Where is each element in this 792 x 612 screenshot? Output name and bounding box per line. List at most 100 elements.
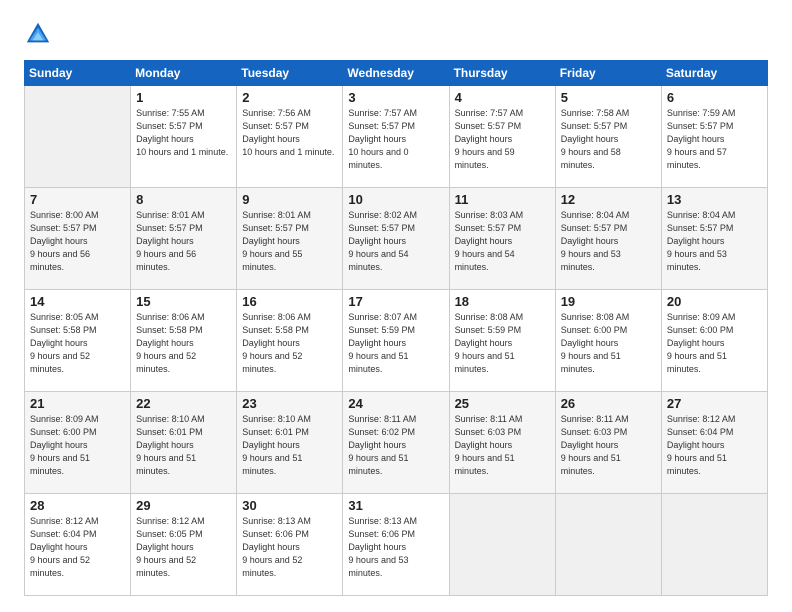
day-number: 25 xyxy=(455,396,550,411)
calendar-cell: 30 Sunrise: 8:13 AM Sunset: 6:06 PM Dayl… xyxy=(237,494,343,596)
calendar-cell: 6 Sunrise: 7:59 AM Sunset: 5:57 PM Dayli… xyxy=(661,86,767,188)
day-number: 10 xyxy=(348,192,443,207)
day-number: 31 xyxy=(348,498,443,513)
day-info: Sunrise: 8:11 AM Sunset: 6:03 PM Dayligh… xyxy=(561,413,656,478)
day-number: 19 xyxy=(561,294,656,309)
day-info: Sunrise: 8:05 AM Sunset: 5:58 PM Dayligh… xyxy=(30,311,125,376)
day-number: 28 xyxy=(30,498,125,513)
day-info: Sunrise: 8:06 AM Sunset: 5:58 PM Dayligh… xyxy=(242,311,337,376)
calendar-cell: 5 Sunrise: 7:58 AM Sunset: 5:57 PM Dayli… xyxy=(555,86,661,188)
day-number: 6 xyxy=(667,90,762,105)
day-info: Sunrise: 7:57 AM Sunset: 5:57 PM Dayligh… xyxy=(348,107,443,172)
day-info: Sunrise: 8:00 AM Sunset: 5:57 PM Dayligh… xyxy=(30,209,125,274)
day-info: Sunrise: 8:09 AM Sunset: 6:00 PM Dayligh… xyxy=(667,311,762,376)
calendar-cell: 7 Sunrise: 8:00 AM Sunset: 5:57 PM Dayli… xyxy=(25,188,131,290)
weekday-tuesday: Tuesday xyxy=(237,61,343,86)
calendar-cell: 23 Sunrise: 8:10 AM Sunset: 6:01 PM Dayl… xyxy=(237,392,343,494)
calendar-cell: 15 Sunrise: 8:06 AM Sunset: 5:58 PM Dayl… xyxy=(131,290,237,392)
day-number: 17 xyxy=(348,294,443,309)
weekday-friday: Friday xyxy=(555,61,661,86)
weekday-saturday: Saturday xyxy=(661,61,767,86)
day-number: 26 xyxy=(561,396,656,411)
day-info: Sunrise: 8:07 AM Sunset: 5:59 PM Dayligh… xyxy=(348,311,443,376)
day-number: 7 xyxy=(30,192,125,207)
calendar-cell: 4 Sunrise: 7:57 AM Sunset: 5:57 PM Dayli… xyxy=(449,86,555,188)
day-info: Sunrise: 8:11 AM Sunset: 6:02 PM Dayligh… xyxy=(348,413,443,478)
day-number: 14 xyxy=(30,294,125,309)
day-number: 2 xyxy=(242,90,337,105)
calendar-table: Sunday Monday Tuesday Wednesday Thursday… xyxy=(24,60,768,596)
day-number: 20 xyxy=(667,294,762,309)
calendar-cell: 21 Sunrise: 8:09 AM Sunset: 6:00 PM Dayl… xyxy=(25,392,131,494)
day-info: Sunrise: 8:06 AM Sunset: 5:58 PM Dayligh… xyxy=(136,311,231,376)
day-info: Sunrise: 7:58 AM Sunset: 5:57 PM Dayligh… xyxy=(561,107,656,172)
calendar-week-1: 1 Sunrise: 7:55 AM Sunset: 5:57 PM Dayli… xyxy=(25,86,768,188)
weekday-sunday: Sunday xyxy=(25,61,131,86)
calendar-cell xyxy=(555,494,661,596)
calendar-cell: 13 Sunrise: 8:04 AM Sunset: 5:57 PM Dayl… xyxy=(661,188,767,290)
day-number: 21 xyxy=(30,396,125,411)
logo xyxy=(24,20,56,48)
calendar-week-3: 14 Sunrise: 8:05 AM Sunset: 5:58 PM Dayl… xyxy=(25,290,768,392)
calendar-cell: 3 Sunrise: 7:57 AM Sunset: 5:57 PM Dayli… xyxy=(343,86,449,188)
day-number: 27 xyxy=(667,396,762,411)
day-number: 9 xyxy=(242,192,337,207)
calendar-cell: 20 Sunrise: 8:09 AM Sunset: 6:00 PM Dayl… xyxy=(661,290,767,392)
calendar-cell: 25 Sunrise: 8:11 AM Sunset: 6:03 PM Dayl… xyxy=(449,392,555,494)
day-number: 3 xyxy=(348,90,443,105)
calendar-cell: 1 Sunrise: 7:55 AM Sunset: 5:57 PM Dayli… xyxy=(131,86,237,188)
day-number: 15 xyxy=(136,294,231,309)
day-info: Sunrise: 7:59 AM Sunset: 5:57 PM Dayligh… xyxy=(667,107,762,172)
day-info: Sunrise: 8:09 AM Sunset: 6:00 PM Dayligh… xyxy=(30,413,125,478)
weekday-row: Sunday Monday Tuesday Wednesday Thursday… xyxy=(25,61,768,86)
calendar-cell xyxy=(661,494,767,596)
calendar-cell: 11 Sunrise: 8:03 AM Sunset: 5:57 PM Dayl… xyxy=(449,188,555,290)
day-number: 11 xyxy=(455,192,550,207)
day-number: 22 xyxy=(136,396,231,411)
day-info: Sunrise: 8:04 AM Sunset: 5:57 PM Dayligh… xyxy=(561,209,656,274)
weekday-monday: Monday xyxy=(131,61,237,86)
day-info: Sunrise: 8:01 AM Sunset: 5:57 PM Dayligh… xyxy=(136,209,231,274)
calendar-cell: 9 Sunrise: 8:01 AM Sunset: 5:57 PM Dayli… xyxy=(237,188,343,290)
day-number: 23 xyxy=(242,396,337,411)
calendar-cell: 14 Sunrise: 8:05 AM Sunset: 5:58 PM Dayl… xyxy=(25,290,131,392)
page: Sunday Monday Tuesday Wednesday Thursday… xyxy=(0,0,792,612)
calendar-week-4: 21 Sunrise: 8:09 AM Sunset: 6:00 PM Dayl… xyxy=(25,392,768,494)
calendar-cell: 28 Sunrise: 8:12 AM Sunset: 6:04 PM Dayl… xyxy=(25,494,131,596)
weekday-thursday: Thursday xyxy=(449,61,555,86)
calendar-cell: 22 Sunrise: 8:10 AM Sunset: 6:01 PM Dayl… xyxy=(131,392,237,494)
day-info: Sunrise: 8:03 AM Sunset: 5:57 PM Dayligh… xyxy=(455,209,550,274)
day-info: Sunrise: 7:55 AM Sunset: 5:57 PM Dayligh… xyxy=(136,107,231,159)
calendar-cell: 27 Sunrise: 8:12 AM Sunset: 6:04 PM Dayl… xyxy=(661,392,767,494)
day-info: Sunrise: 8:12 AM Sunset: 6:05 PM Dayligh… xyxy=(136,515,231,580)
day-info: Sunrise: 8:11 AM Sunset: 6:03 PM Dayligh… xyxy=(455,413,550,478)
calendar-cell: 18 Sunrise: 8:08 AM Sunset: 5:59 PM Dayl… xyxy=(449,290,555,392)
day-info: Sunrise: 8:02 AM Sunset: 5:57 PM Dayligh… xyxy=(348,209,443,274)
calendar-cell xyxy=(25,86,131,188)
calendar-cell: 8 Sunrise: 8:01 AM Sunset: 5:57 PM Dayli… xyxy=(131,188,237,290)
day-number: 18 xyxy=(455,294,550,309)
logo-icon xyxy=(24,20,52,48)
calendar-cell: 16 Sunrise: 8:06 AM Sunset: 5:58 PM Dayl… xyxy=(237,290,343,392)
weekday-wednesday: Wednesday xyxy=(343,61,449,86)
calendar-cell: 12 Sunrise: 8:04 AM Sunset: 5:57 PM Dayl… xyxy=(555,188,661,290)
calendar-cell: 17 Sunrise: 8:07 AM Sunset: 5:59 PM Dayl… xyxy=(343,290,449,392)
calendar-cell: 26 Sunrise: 8:11 AM Sunset: 6:03 PM Dayl… xyxy=(555,392,661,494)
calendar-week-5: 28 Sunrise: 8:12 AM Sunset: 6:04 PM Dayl… xyxy=(25,494,768,596)
calendar-cell xyxy=(449,494,555,596)
day-info: Sunrise: 7:56 AM Sunset: 5:57 PM Dayligh… xyxy=(242,107,337,159)
day-info: Sunrise: 8:08 AM Sunset: 6:00 PM Dayligh… xyxy=(561,311,656,376)
day-number: 16 xyxy=(242,294,337,309)
day-info: Sunrise: 8:10 AM Sunset: 6:01 PM Dayligh… xyxy=(136,413,231,478)
day-info: Sunrise: 8:13 AM Sunset: 6:06 PM Dayligh… xyxy=(242,515,337,580)
day-info: Sunrise: 8:01 AM Sunset: 5:57 PM Dayligh… xyxy=(242,209,337,274)
day-info: Sunrise: 8:13 AM Sunset: 6:06 PM Dayligh… xyxy=(348,515,443,580)
day-number: 30 xyxy=(242,498,337,513)
day-info: Sunrise: 8:04 AM Sunset: 5:57 PM Dayligh… xyxy=(667,209,762,274)
day-info: Sunrise: 8:08 AM Sunset: 5:59 PM Dayligh… xyxy=(455,311,550,376)
calendar-cell: 24 Sunrise: 8:11 AM Sunset: 6:02 PM Dayl… xyxy=(343,392,449,494)
day-info: Sunrise: 8:12 AM Sunset: 6:04 PM Dayligh… xyxy=(667,413,762,478)
calendar-cell: 10 Sunrise: 8:02 AM Sunset: 5:57 PM Dayl… xyxy=(343,188,449,290)
day-number: 4 xyxy=(455,90,550,105)
calendar-cell: 19 Sunrise: 8:08 AM Sunset: 6:00 PM Dayl… xyxy=(555,290,661,392)
